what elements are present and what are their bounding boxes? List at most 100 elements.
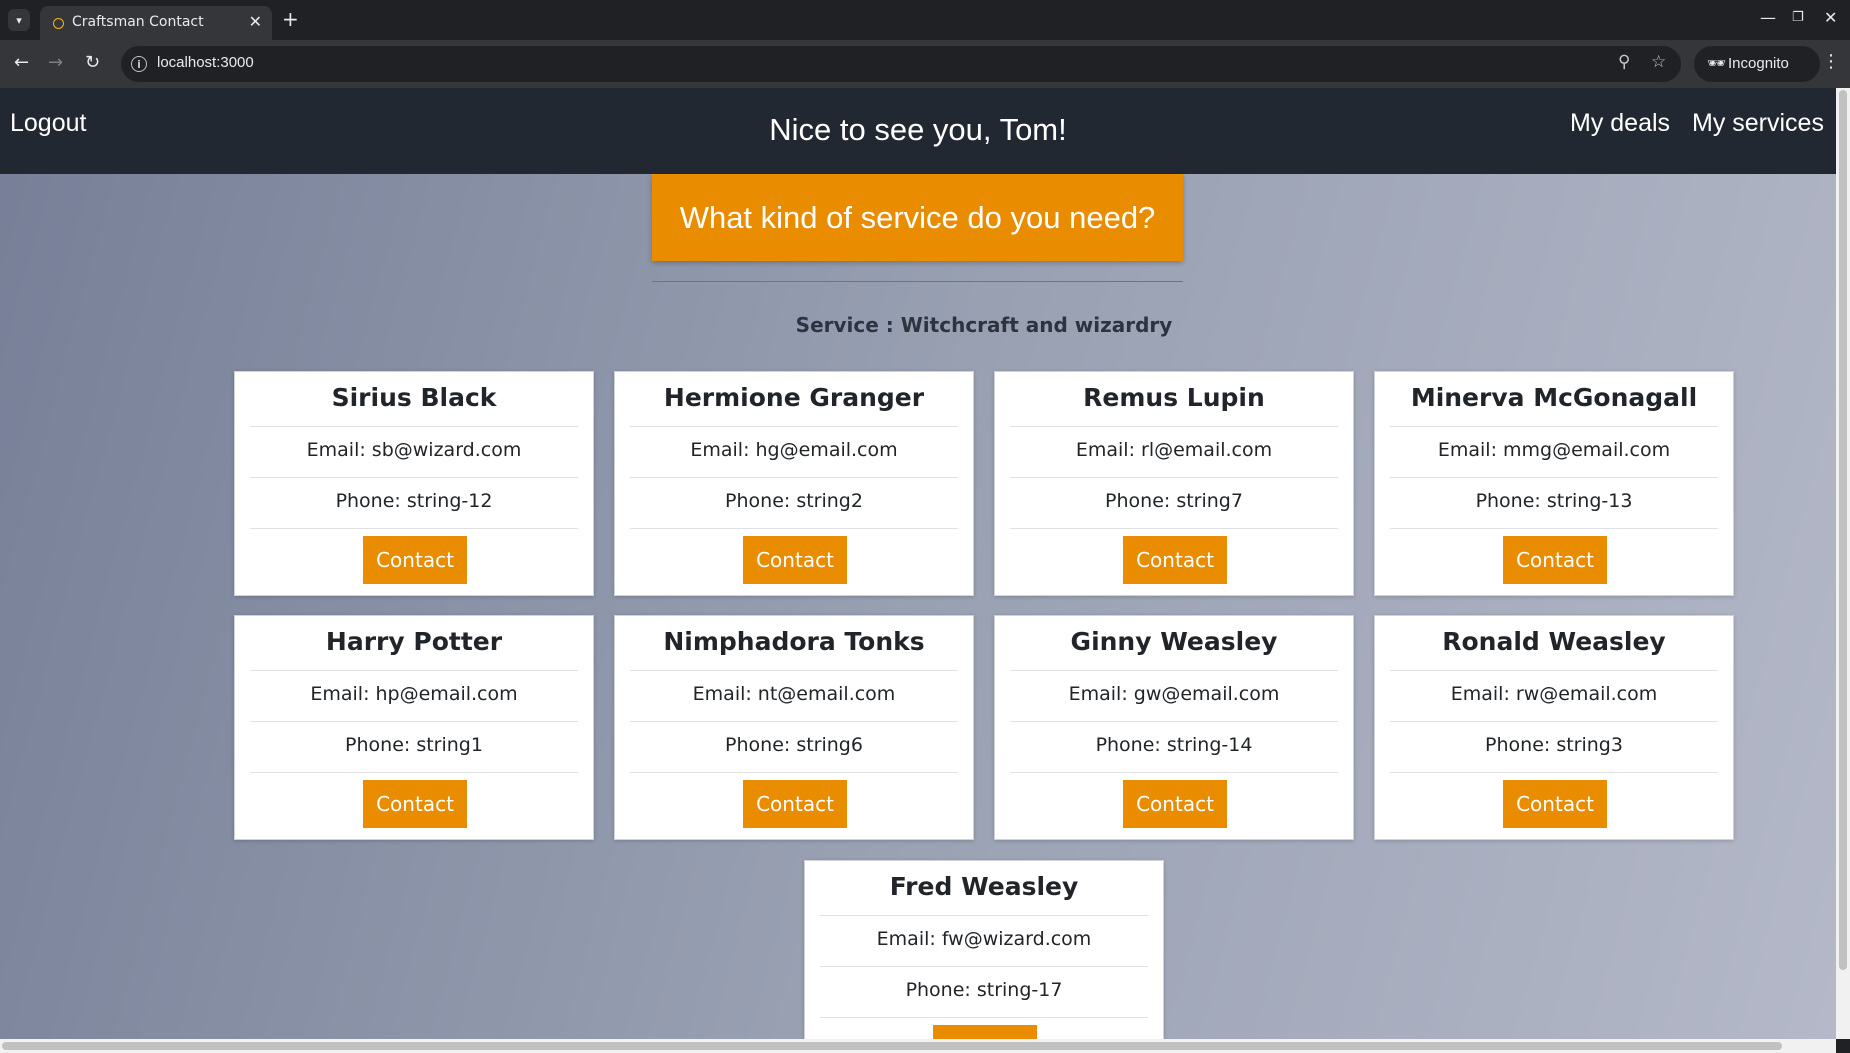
contact-button[interactable]: Contact — [933, 1025, 1037, 1039]
craftsman-phone: Phone: string-12 — [335, 490, 493, 512]
craftsman-card: Sirius Black Email: sb@wizard.com Phone:… — [234, 371, 594, 596]
bookmark-star-icon[interactable]: ☆ — [1651, 52, 1666, 72]
service-heading: Service : Witchcraft and wizardry — [0, 313, 1836, 337]
card-divider — [1390, 721, 1718, 722]
contact-button[interactable]: Contact — [743, 780, 847, 828]
card-divider — [250, 670, 578, 671]
divider — [652, 281, 1183, 282]
card-divider — [820, 1017, 1148, 1018]
craftsman-email: Email: fw@wizard.com — [876, 928, 1092, 950]
service-question-banner[interactable]: What kind of service do you need? — [652, 174, 1183, 261]
incognito-indicator[interactable]: 🕶 Incognito — [1694, 46, 1820, 82]
address-bar[interactable]: i localhost:3000 ⚲ ☆ — [121, 46, 1681, 82]
my-deals-link[interactable]: My deals — [1570, 109, 1670, 138]
browser-toolbar: ← → ↻ i localhost:3000 ⚲ ☆ 🕶 Incognito ⋮ — [0, 40, 1850, 88]
zoom-icon[interactable]: ⚲ — [1618, 52, 1630, 72]
card-divider — [250, 721, 578, 722]
close-window-icon[interactable]: ✕ — [1824, 8, 1837, 27]
card-divider — [250, 528, 578, 529]
contact-button[interactable]: Contact — [743, 536, 847, 584]
contact-button[interactable]: Contact — [1503, 780, 1607, 828]
craftsman-email: Email: gw@email.com — [1068, 683, 1280, 705]
craftsman-card: Ginny Weasley Email: gw@email.com Phone:… — [994, 615, 1354, 840]
card-divider — [1010, 772, 1338, 773]
card-divider — [630, 721, 958, 722]
card-divider — [1010, 426, 1338, 427]
craftsman-email: Email: rw@email.com — [1450, 683, 1658, 705]
service-name: Witchcraft and wizardry — [900, 313, 1173, 337]
card-divider — [250, 477, 578, 478]
craftsman-name: Nimphadora Tonks — [663, 627, 925, 656]
reload-icon[interactable]: ↻ — [85, 52, 100, 73]
incognito-label: Incognito — [1728, 55, 1789, 72]
craftsman-phone: Phone: string1 — [345, 734, 483, 756]
craftsman-email: Email: sb@wizard.com — [306, 439, 522, 461]
card-divider — [630, 772, 958, 773]
craftsman-name: Sirius Black — [331, 383, 497, 412]
craftsman-card: Ronald Weasley Email: rw@email.com Phone… — [1374, 615, 1734, 840]
craftsman-phone: Phone: string-14 — [1095, 734, 1253, 756]
craftsman-phone: Phone: string3 — [1485, 734, 1623, 756]
craftsman-name: Minerva McGonagall — [1410, 383, 1698, 412]
card-divider — [1010, 721, 1338, 722]
horizontal-scrollbar[interactable] — [0, 1039, 1836, 1053]
contact-button[interactable]: Contact — [363, 536, 467, 584]
card-divider — [820, 966, 1148, 967]
craftsman-phone: Phone: string-13 — [1475, 490, 1633, 512]
forward-arrow-icon[interactable]: → — [48, 52, 63, 73]
craftsman-card: Nimphadora Tonks Email: nt@email.com Pho… — [614, 615, 974, 840]
craftsman-email: Email: hp@email.com — [310, 683, 518, 705]
minimize-window-icon[interactable]: — — [1760, 8, 1776, 27]
craftsman-name: Hermione Granger — [663, 383, 925, 412]
tab-favicon-icon — [53, 18, 64, 29]
card-divider — [1010, 528, 1338, 529]
craftsman-email: Email: hg@email.com — [690, 439, 898, 461]
tab-close-icon[interactable]: ✕ — [249, 12, 262, 31]
craftsman-name: Remus Lupin — [1083, 383, 1265, 412]
craftsman-name: Ronald Weasley — [1442, 627, 1666, 656]
card-divider — [1390, 426, 1718, 427]
card-divider — [630, 528, 958, 529]
page-viewport: Logout Nice to see you, Tom! My deals My… — [0, 88, 1836, 1039]
app-header: Logout Nice to see you, Tom! My deals My… — [0, 88, 1836, 174]
card-divider — [1390, 670, 1718, 671]
tab-title: Craftsman Contact — [72, 14, 204, 30]
contact-button[interactable]: Contact — [363, 780, 467, 828]
card-divider — [820, 915, 1148, 916]
card-divider — [1010, 477, 1338, 478]
new-tab-plus-icon[interactable]: + — [282, 7, 299, 31]
craftsman-card: Harry Potter Email: hp@email.com Phone: … — [234, 615, 594, 840]
craftsman-name: Ginny Weasley — [1070, 627, 1278, 656]
browser-tab[interactable]: Craftsman Contact ✕ — [40, 6, 272, 40]
contact-button[interactable]: Contact — [1123, 536, 1227, 584]
horizontal-scrollbar-thumb[interactable] — [2, 1042, 1782, 1050]
craftsman-phone: Phone: string6 — [725, 734, 863, 756]
my-services-link[interactable]: My services — [1692, 109, 1824, 138]
url-text[interactable]: localhost:3000 — [157, 54, 254, 71]
tab-search-chevron-icon[interactable]: ▾ — [8, 9, 30, 31]
card-divider — [1390, 528, 1718, 529]
back-arrow-icon[interactable]: ← — [14, 52, 29, 73]
restore-window-icon[interactable]: ❐ — [1792, 10, 1804, 25]
incognito-icon: 🕶 — [1707, 55, 1727, 72]
craftsman-phone: Phone: string2 — [725, 490, 863, 512]
craftsman-phone: Phone: string7 — [1105, 490, 1243, 512]
craftsman-email: Email: rl@email.com — [1075, 439, 1273, 461]
card-divider — [250, 426, 578, 427]
greeting-title: Nice to see you, Tom! — [769, 112, 1067, 147]
craftsman-email: Email: nt@email.com — [692, 683, 896, 705]
contact-button[interactable]: Contact — [1503, 536, 1607, 584]
card-divider — [1010, 670, 1338, 671]
browser-tab-strip: ▾ Craftsman Contact ✕ + — ❐ ✕ — [0, 0, 1850, 40]
card-divider — [250, 772, 578, 773]
vertical-scrollbar-thumb[interactable] — [1839, 90, 1847, 970]
craftsman-email: Email: mmg@email.com — [1437, 439, 1671, 461]
craftsman-name: Fred Weasley — [889, 872, 1079, 901]
site-info-icon[interactable]: i — [131, 56, 147, 72]
craftsman-card: Remus Lupin Email: rl@email.com Phone: s… — [994, 371, 1354, 596]
card-divider — [1390, 772, 1718, 773]
browser-menu-icon[interactable]: ⋮ — [1822, 51, 1840, 72]
craftsman-name: Harry Potter — [325, 627, 503, 656]
vertical-scrollbar[interactable] — [1836, 88, 1850, 1039]
contact-button[interactable]: Contact — [1123, 780, 1227, 828]
